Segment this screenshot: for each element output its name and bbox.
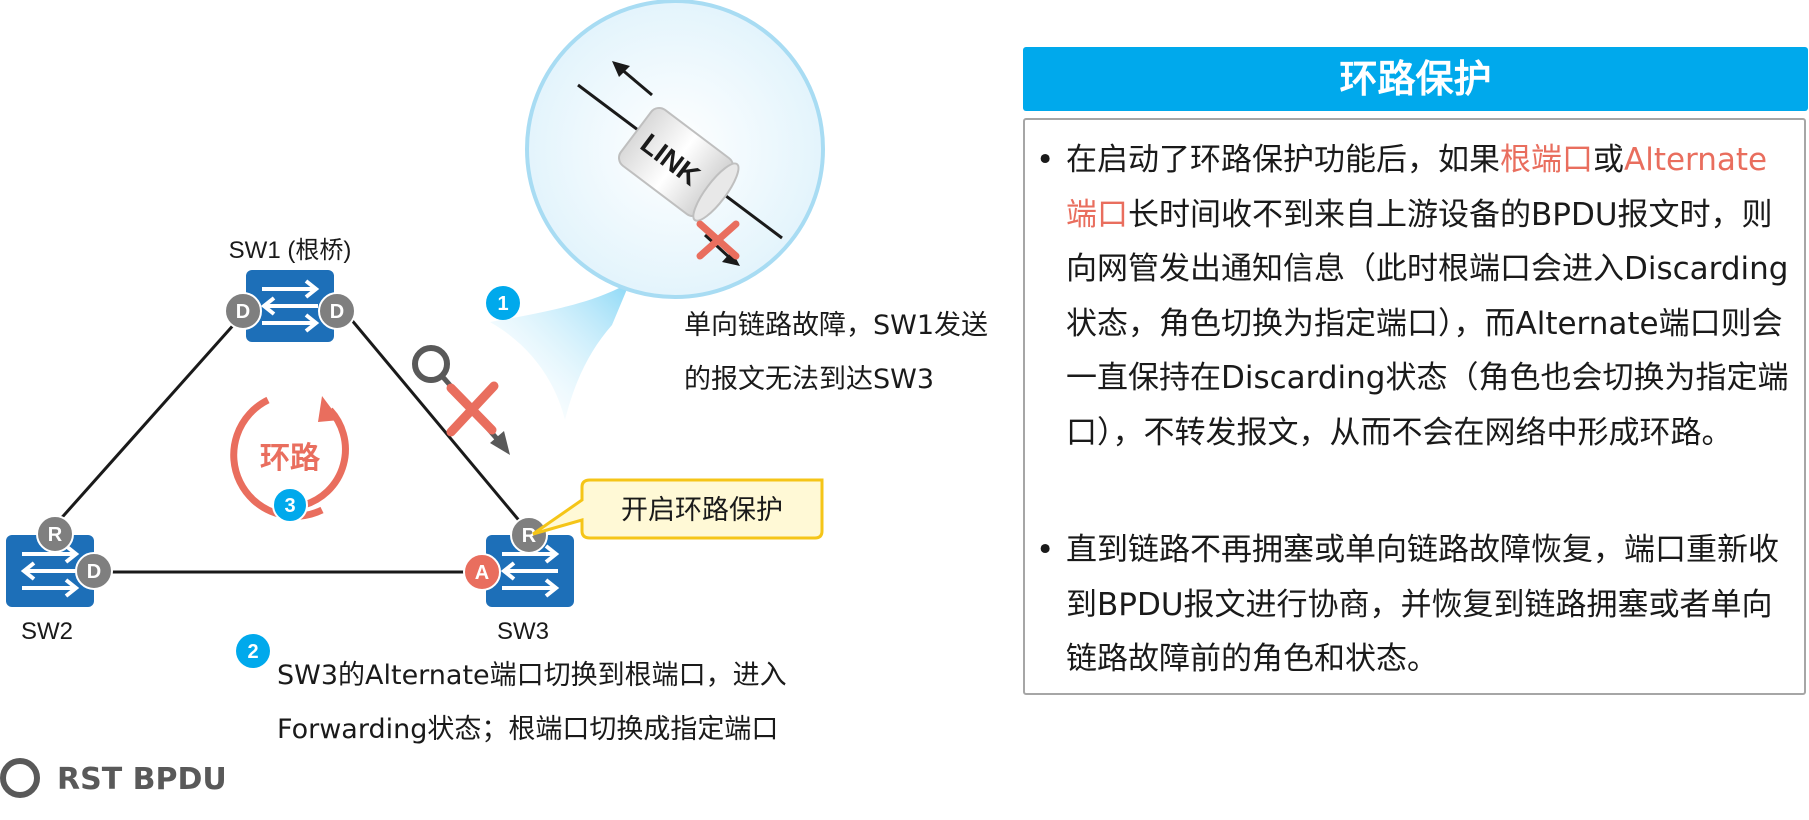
bullet-2: • 直到链路不再拥塞或单向链路故障恢复，端口重新收到BPDU报文进行协商，并恢复… [1036, 523, 1798, 687]
sw3-port-root: R [510, 516, 548, 554]
step-1-line-2: 的报文无法到达SW3 [684, 364, 935, 395]
bpdu-circle [412, 345, 450, 383]
bullet-dot: • [1036, 142, 1055, 178]
bullet-1-text: 在启动了环路保护功能后，如果根端口或Alternate端口长时间收不到来自上游设… [1066, 133, 1798, 460]
legend-bpdu-icon [0, 758, 40, 798]
port-label-r: R [48, 524, 63, 546]
port-label-a: A [475, 562, 489, 584]
bullet-1-seg-5: 长时间收不到来自上游设备的BPDU报文时，则向网管发出通知信息（此时根端口会进入… [1066, 196, 1789, 451]
panel-title: 环路保护 [1023, 47, 1808, 111]
port-label-d: D [330, 301, 344, 323]
step-2-line-2: Forwarding状态；根端口切换成指定端口 [277, 714, 779, 745]
bullet-dot: • [1036, 532, 1055, 568]
loop-protection-callout: 开启环路保护 [532, 478, 824, 540]
sw3-label: SW3 [497, 618, 549, 645]
link-sw1-sw2 [55, 311, 247, 524]
step-2-marker: 2 [236, 634, 270, 668]
step-2-caption: SW3的Alternate端口切换到根端口，进入 Forwarding状态；根端… [277, 649, 787, 757]
sw1-port-right: D [318, 292, 356, 330]
loop-label: 环路 [260, 441, 321, 476]
bullet-1: • 在启动了环路保护功能后，如果根端口或Alternate端口长时间收不到来自上… [1036, 133, 1798, 460]
port-label-d: D [236, 301, 250, 323]
loop-arrow-head [318, 396, 340, 422]
legend-label: RST BPDU [57, 762, 227, 797]
sw1-port-left: D [224, 292, 262, 330]
port-label-r: R [522, 525, 537, 547]
step-1-marker: 1 [486, 286, 520, 320]
step-1-number: 1 [497, 293, 508, 315]
callout-text: 开启环路保护 [621, 495, 783, 526]
highlight-root-port: 根端口 [1500, 142, 1593, 178]
bullet-2-text: 直到链路不再拥塞或单向链路故障恢复，端口重新收到BPDU报文进行协商，并恢复到链… [1066, 532, 1779, 677]
step-3-marker: 3 [272, 487, 308, 523]
sw2-label: SW2 [21, 618, 73, 645]
step-1-line-1: 单向链路故障，SW1发送 [684, 310, 989, 341]
sw1-label: SW1 (根桥) [229, 237, 352, 264]
step-2-line-1: SW3的Alternate端口切换到根端口，进入 [277, 660, 787, 691]
link-sw1-sw3 [343, 311, 529, 531]
step-3-number: 3 [284, 495, 295, 517]
step-2-number: 2 [247, 641, 258, 663]
bullet-1-seg-3: 或 [1593, 142, 1624, 178]
sw3-port-alternate: A [463, 553, 501, 591]
blocked-bpdu [412, 345, 510, 455]
bullet-1-seg-1: 在启动了环路保护功能后，如果 [1066, 142, 1500, 178]
step-1-caption: 单向链路故障，SW1发送 的报文无法到达SW3 [684, 299, 988, 407]
sw2-port-root: R [36, 515, 74, 553]
sw2-port-designated: D [75, 552, 113, 590]
magnifier-lens: LINK [525, 0, 825, 299]
port-label-d: D [87, 561, 101, 583]
